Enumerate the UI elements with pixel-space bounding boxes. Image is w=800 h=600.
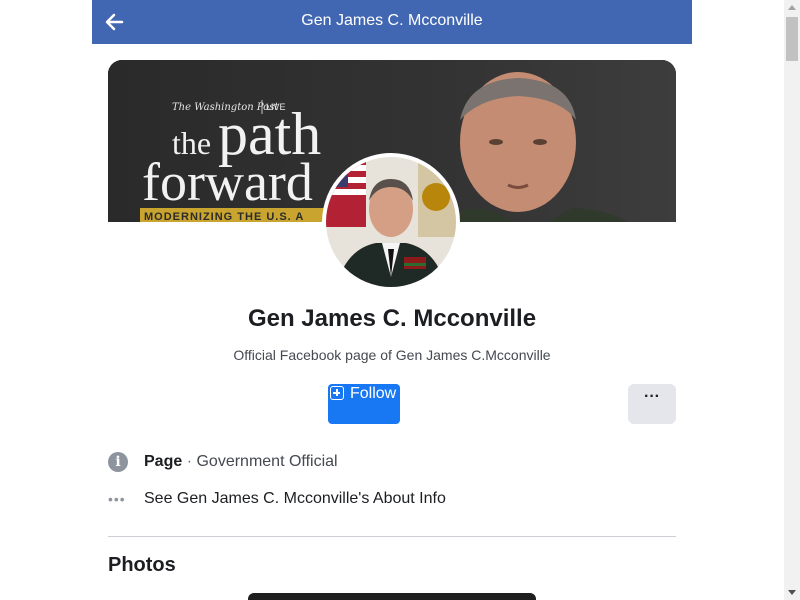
page-title: Gen James C. Mcconville <box>301 12 483 29</box>
about-info-row[interactable]: ••• See Gen James C. Mcconville's About … <box>108 489 508 513</box>
separator-dot: · <box>186 453 193 470</box>
scroll-down-arrow-icon[interactable] <box>784 584 800 600</box>
svg-text:forward: forward <box>142 152 313 212</box>
about-info-link[interactable]: See Gen James C. Mcconville's About Info <box>144 490 446 508</box>
page-category: Government Official <box>196 453 338 470</box>
svg-text:MODERNIZING THE U.S. A: MODERNIZING THE U.S. A <box>144 211 304 222</box>
photos-section-title: Photos <box>108 554 176 576</box>
more-options-button[interactable]: ··· <box>628 384 676 424</box>
photo-thumbnail[interactable] <box>248 593 536 600</box>
follow-plus-icon <box>330 386 344 400</box>
more-dots-icon: ··· <box>644 388 660 405</box>
page-type-text: Page · Government Official <box>144 453 338 471</box>
scrollbar-thumb[interactable] <box>786 17 798 61</box>
follow-button-label: Follow <box>350 385 397 402</box>
follow-button[interactable]: Follow <box>328 384 400 424</box>
profile-avatar-image <box>326 157 456 287</box>
vertical-scrollbar[interactable] <box>784 0 800 600</box>
page-type-row: i Page · Government Official <box>108 452 508 476</box>
scroll-up-arrow-icon[interactable] <box>784 0 800 16</box>
profile-name: Gen James C. Mcconville <box>247 305 537 332</box>
profile-picture-frame[interactable] <box>322 153 460 291</box>
top-navigation-bar: Gen James C. Mcconville <box>92 0 692 44</box>
profile-description: Official Facebook page of Gen James C.Mc… <box>233 347 551 363</box>
page-viewport: Gen James C. Mcconville The Washington P… <box>0 0 784 600</box>
more-horizontal-icon: ••• <box>108 491 126 507</box>
info-icon: i <box>108 452 128 472</box>
page-type-label: Page <box>144 453 183 470</box>
profile-picture[interactable] <box>326 157 456 287</box>
section-divider <box>108 536 676 537</box>
